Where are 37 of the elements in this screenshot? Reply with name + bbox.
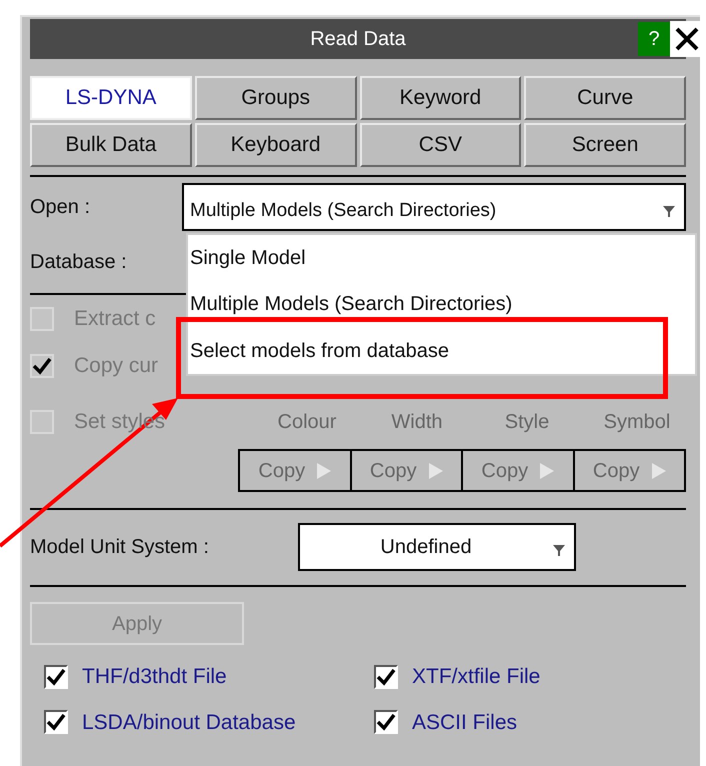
- play-icon: [317, 462, 332, 478]
- tab[interactable]: Bulk Data: [30, 123, 192, 167]
- tab[interactable]: Groups: [194, 76, 356, 120]
- dropdown-option[interactable]: Single Model: [188, 235, 695, 282]
- checkbox[interactable]: [374, 664, 398, 689]
- dropdown-caret-icon: [662, 204, 676, 218]
- open-dropdown[interactable]: Multiple Models (Search Directories): [182, 183, 686, 231]
- dropdown-option[interactable]: Select models from database: [188, 328, 695, 374]
- column-label: Style: [504, 410, 550, 435]
- file-type-label: LSDA/binout Database: [82, 710, 296, 736]
- column-label: Width: [390, 410, 444, 435]
- tab[interactable]: Screen: [524, 123, 686, 167]
- file-type-label: XTF/xtfile File: [412, 664, 540, 690]
- database-label: Database :: [30, 250, 127, 275]
- file-type-label: THF/d3thdt File: [82, 664, 227, 690]
- dropdown-option[interactable]: Multiple Models (Search Directories): [188, 281, 695, 328]
- unit-system-dropdown[interactable]: Undefined: [298, 523, 576, 571]
- checkbox[interactable]: [374, 710, 398, 734]
- tab[interactable]: Keyword: [360, 76, 522, 120]
- column-label: Colour: [276, 410, 338, 435]
- tab[interactable]: LS-DYNA: [30, 76, 192, 120]
- column-label: Symbol: [602, 410, 672, 435]
- close-icon: [674, 26, 700, 52]
- tab[interactable]: Curve: [524, 76, 686, 120]
- play-icon: [540, 462, 554, 478]
- dropdown-caret-icon: [552, 543, 566, 557]
- checkbox[interactable]: [44, 710, 68, 734]
- play-icon: [652, 462, 666, 478]
- checkbox[interactable]: [44, 664, 68, 689]
- file-type-label: ASCII Files: [412, 710, 518, 736]
- play-icon: [428, 462, 443, 478]
- open-label: Open :: [30, 195, 92, 220]
- tab[interactable]: Keyboard: [194, 123, 356, 167]
- unit-system-label: Model Unit System :: [30, 535, 210, 560]
- window-title: Read Data: [310, 27, 406, 52]
- tab[interactable]: CSV: [360, 123, 522, 167]
- help-button[interactable]: ?: [638, 22, 670, 56]
